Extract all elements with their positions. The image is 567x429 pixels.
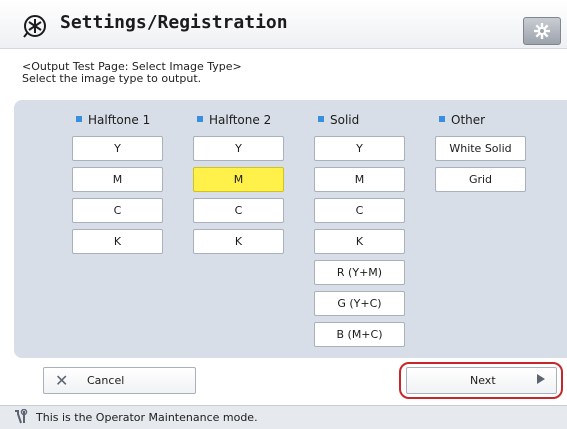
next-button[interactable]: Next (406, 367, 557, 394)
status-bar: This is the Operator Maintenance mode. (0, 405, 567, 429)
column-header-solid: Solid (318, 113, 359, 127)
solid-c-button[interactable]: C (314, 198, 405, 223)
solid-b-button[interactable]: B (M+C) (314, 322, 405, 347)
page-title: Settings/Registration (60, 12, 288, 33)
column-header-halftone-1: Halftone 1 (76, 113, 150, 127)
gear-button[interactable] (523, 17, 561, 45)
solid-r-button[interactable]: R (Y+M) (314, 260, 405, 285)
right-arrow-icon (537, 374, 545, 384)
status-text: This is the Operator Maintenance mode. (36, 411, 258, 424)
solid-g-button[interactable]: G (Y+C) (314, 291, 405, 316)
halftone1-y-button[interactable]: Y (72, 136, 163, 161)
halftone2-k-button[interactable]: K (193, 229, 284, 254)
title-bar: Settings/Registration (0, 0, 567, 49)
halftone1-m-button[interactable]: M (72, 167, 163, 192)
column-header-halftone-2: Halftone 2 (197, 113, 271, 127)
gear-icon (534, 23, 550, 39)
halftone1-k-button[interactable]: K (72, 229, 163, 254)
solid-k-button[interactable]: K (314, 229, 405, 254)
settings-registration-icon (22, 13, 48, 39)
halftone1-c-button[interactable]: C (72, 198, 163, 223)
next-label: Next (470, 374, 496, 387)
wrench-icon (12, 408, 30, 429)
halftone2-c-button[interactable]: C (193, 198, 284, 223)
solid-m-button[interactable]: M (314, 167, 405, 192)
halftone2-m-button[interactable]: M (193, 167, 284, 192)
other-grid-button[interactable]: Grid (435, 167, 526, 192)
halftone2-y-button[interactable]: Y (193, 136, 284, 161)
solid-y-button[interactable]: Y (314, 136, 405, 161)
cancel-button[interactable]: ✕ Cancel (43, 367, 196, 394)
instruction-text: Select the image type to output. (22, 72, 202, 85)
close-icon: ✕ (55, 371, 69, 390)
other-white-solid-button[interactable]: White Solid (435, 136, 526, 161)
cancel-label: Cancel (87, 374, 125, 387)
column-header-other: Other (439, 113, 485, 127)
